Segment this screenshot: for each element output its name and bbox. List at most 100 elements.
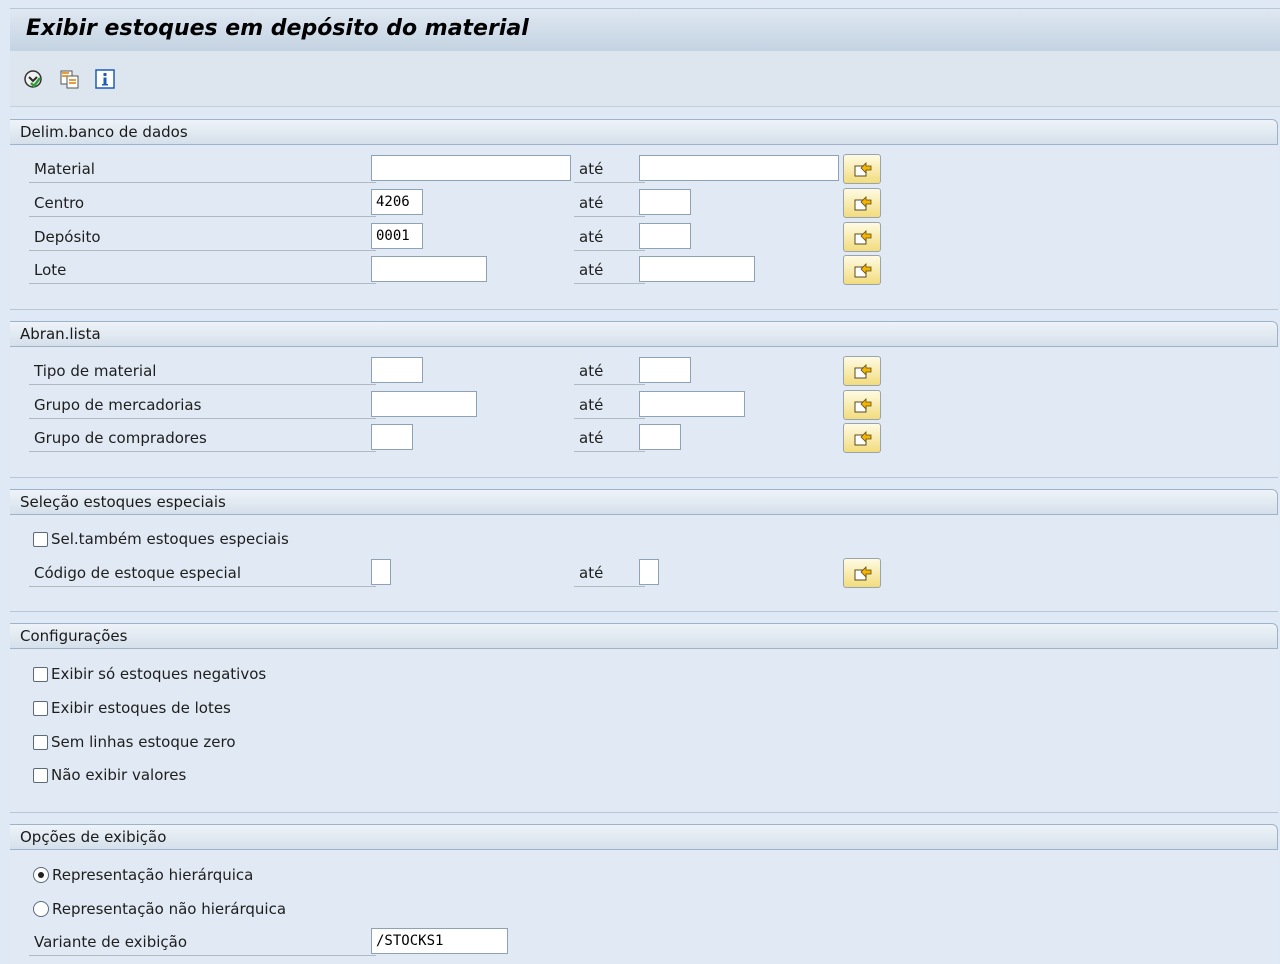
checkbox-label: Não exibir valores xyxy=(51,766,187,784)
row-option: Exibir estoques de lotes xyxy=(10,694,1278,724)
ate-label: até xyxy=(574,257,645,284)
row-grupo-compradores: Grupo de compradores até xyxy=(10,423,1278,454)
codigo-estoque-especial-label: Código de estoque especial xyxy=(29,560,376,587)
non-hierarchical-radio[interactable]: Representação não hierárquica xyxy=(33,896,286,922)
display-variant-label: Variante de exibição xyxy=(29,929,376,956)
section-list-scope: Abran.lista Tipo de material até Grupo d… xyxy=(10,321,1278,478)
ate-label: até xyxy=(574,425,645,452)
multiple-selection-icon xyxy=(854,263,872,278)
centro-from-input[interactable]: 4206 xyxy=(371,189,423,215)
checkbox-label: Exibir estoques de lotes xyxy=(51,699,231,717)
ate-label: até xyxy=(574,190,645,217)
hide-values-checkbox[interactable]: Não exibir valores xyxy=(33,762,186,788)
row-grupo-mercadorias: Grupo de mercadorias até xyxy=(10,390,1278,421)
codigo-to-input[interactable] xyxy=(639,559,659,585)
checkbox-label: Sem linhas estoque zero xyxy=(51,733,236,751)
section-title: Opções de exibição xyxy=(10,824,1278,850)
row-lote: Lote até xyxy=(10,255,1278,286)
centro-label: Centro xyxy=(29,190,376,217)
multiple-selection-icon xyxy=(854,398,872,413)
centro-multiple-selection-button[interactable] xyxy=(843,188,881,218)
checkbox-box[interactable] xyxy=(33,532,48,547)
checkbox-box[interactable] xyxy=(33,735,48,750)
grupo-compradores-label: Grupo de compradores xyxy=(29,425,376,452)
page-title: Exibir estoques em depósito do material xyxy=(26,16,529,41)
section-title: Configurações xyxy=(10,623,1278,649)
section-title: Abran.lista xyxy=(10,321,1278,347)
deposito-to-input[interactable] xyxy=(639,223,691,249)
application-toolbar xyxy=(10,51,1280,107)
multiple-selection-icon xyxy=(854,364,872,379)
multiple-selection-icon xyxy=(854,162,872,177)
centro-to-input[interactable] xyxy=(639,189,691,215)
row-codigo-estoque-especial: Código de estoque especial até xyxy=(10,558,1278,589)
multiple-selection-icon xyxy=(854,431,872,446)
deposito-label: Depósito xyxy=(29,224,376,251)
multiple-selection-icon xyxy=(854,566,872,581)
radio-label: Representação não hierárquica xyxy=(52,900,287,918)
hierarchical-radio[interactable]: Representação hierárquica xyxy=(33,862,253,888)
batch-stocks-checkbox[interactable]: Exibir estoques de lotes xyxy=(33,695,231,721)
grupo-compradores-to-input[interactable] xyxy=(639,424,681,450)
display-variant-input[interactable]: /STOCKS1 xyxy=(371,928,508,954)
row-option: Não exibir valores xyxy=(10,761,1278,791)
no-zero-stock-lines-checkbox[interactable]: Sem linhas estoque zero xyxy=(33,729,236,755)
section-special-stocks: Seleção estoques especiais Sel.também es… xyxy=(10,489,1278,612)
material-label: Material xyxy=(29,156,376,183)
execute-icon[interactable] xyxy=(22,68,44,90)
row-tipo-material: Tipo de material até xyxy=(10,356,1278,387)
codigo-from-input[interactable] xyxy=(371,559,391,585)
row-display-variant: Variante de exibição /STOCKS1 xyxy=(10,928,1278,958)
checkbox-label: Exibir só estoques negativos xyxy=(51,665,267,683)
row-material: Material até xyxy=(10,154,1278,185)
get-variant-icon[interactable] xyxy=(59,68,81,90)
ate-label: até xyxy=(574,358,645,385)
row-option: Exibir só estoques negativos xyxy=(10,660,1278,690)
radio-label: Representação hierárquica xyxy=(52,866,254,884)
deposito-from-input[interactable]: 0001 xyxy=(371,223,423,249)
title-bar: Exibir estoques em depósito do material xyxy=(10,8,1280,52)
multiple-selection-icon xyxy=(854,196,872,211)
only-negative-stocks-checkbox[interactable]: Exibir só estoques negativos xyxy=(33,661,266,687)
section-database-limits: Delim.banco de dados Material até Centro… xyxy=(10,119,1278,310)
grupo-mercadorias-to-input[interactable] xyxy=(639,391,745,417)
tipo-material-from-input[interactable] xyxy=(371,357,423,383)
checkbox-box[interactable] xyxy=(33,768,48,783)
sel-also-special-checkbox[interactable]: Sel.também estoques especiais xyxy=(33,526,289,552)
ate-label: até xyxy=(574,560,645,587)
lote-to-input[interactable] xyxy=(639,256,755,282)
lote-from-input[interactable] xyxy=(371,256,487,282)
lote-multiple-selection-button[interactable] xyxy=(843,255,881,285)
material-from-input[interactable] xyxy=(371,155,571,181)
material-multiple-selection-button[interactable] xyxy=(843,154,881,184)
tipo-material-multiple-selection-button[interactable] xyxy=(843,356,881,386)
lote-label: Lote xyxy=(29,257,376,284)
multiple-selection-icon xyxy=(854,230,872,245)
grupo-compradores-from-input[interactable] xyxy=(371,424,413,450)
row-deposito: Depósito 0001 até xyxy=(10,222,1278,253)
tipo-material-to-input[interactable] xyxy=(639,357,691,383)
radio-button[interactable] xyxy=(33,901,49,917)
codigo-multiple-selection-button[interactable] xyxy=(843,558,881,588)
grupo-mercadorias-label: Grupo de mercadorias xyxy=(29,392,376,419)
row-centro: Centro 4206 até xyxy=(10,188,1278,219)
row-hierarchical: Representação hierárquica xyxy=(10,861,1278,891)
row-sel-also-special: Sel.também estoques especiais xyxy=(10,525,1278,555)
grupo-mercadorias-from-input[interactable] xyxy=(371,391,477,417)
checkbox-box[interactable] xyxy=(33,667,48,682)
section-display-options: Opções de exibição Representação hierárq… xyxy=(10,824,1278,964)
ate-label: até xyxy=(574,392,645,419)
info-icon[interactable] xyxy=(94,68,116,90)
material-to-input[interactable] xyxy=(639,155,839,181)
ate-label: até xyxy=(574,156,645,183)
radio-button-selected[interactable] xyxy=(33,867,49,883)
ate-label: até xyxy=(574,224,645,251)
section-title: Seleção estoques especiais xyxy=(10,489,1278,515)
grupo-mercadorias-multiple-selection-button[interactable] xyxy=(843,390,881,420)
tipo-material-label: Tipo de material xyxy=(29,358,376,385)
section-settings: Configurações Exibir só estoques negativ… xyxy=(10,623,1278,813)
grupo-compradores-multiple-selection-button[interactable] xyxy=(843,423,881,453)
deposito-multiple-selection-button[interactable] xyxy=(843,222,881,252)
checkbox-box[interactable] xyxy=(33,701,48,716)
checkbox-label: Sel.também estoques especiais xyxy=(51,530,289,548)
